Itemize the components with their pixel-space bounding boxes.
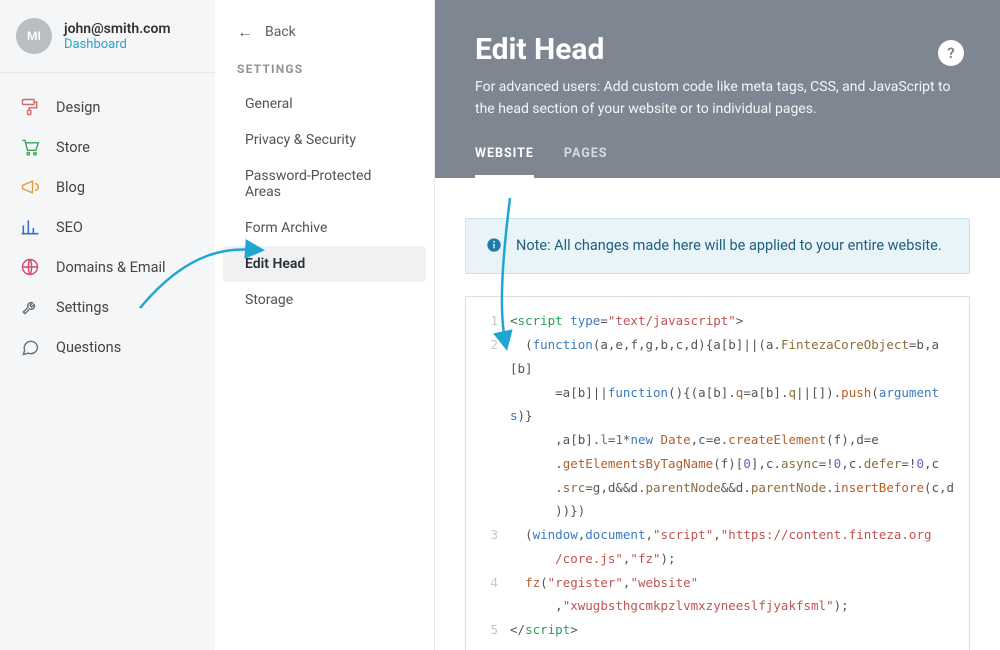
nav-label: Settings [56,299,109,316]
globe-icon [20,257,40,277]
sidebar-item-store[interactable]: Store [0,127,215,167]
arrow-left-icon: ← [237,22,253,42]
nav-label: Domains & Email [56,259,166,276]
code-editor[interactable]: 1<script type="text/javascript"> 2 (func… [465,296,970,650]
sidebar-item-blog[interactable]: Blog [0,167,215,207]
sidebar-item-domains[interactable]: Domains & Email [0,247,215,287]
settings-item-privacy[interactable]: Privacy & Security [223,122,426,158]
sidebar-item-questions[interactable]: Questions [0,327,215,367]
wrench-icon [20,297,40,317]
settings-item-storage[interactable]: Storage [223,282,426,318]
nav-label: Design [56,99,100,116]
nav-label: SEO [56,219,83,236]
tab-pages[interactable]: PAGES [564,146,608,178]
back-label: Back [265,24,296,40]
settings-item-general[interactable]: General [223,86,426,122]
main-content: ? Edit Head For advanced users: Add cust… [435,0,1000,650]
nav-label: Blog [56,179,85,196]
settings-heading: SETTINGS [215,62,434,86]
chat-icon [20,337,40,357]
note-text: Note: All changes made here will be appl… [516,235,942,257]
user-block[interactable]: MI john@smith.com Dashboard [0,18,215,73]
main-body: Note: All changes made here will be appl… [435,178,1000,650]
nav-label: Questions [56,339,121,356]
avatar: MI [16,18,52,54]
info-note: Note: All changes made here will be appl… [465,218,970,274]
settings-panel: ← Back SETTINGS General Privacy & Securi… [215,0,435,650]
bars-icon [20,217,40,237]
sidebar-item-settings[interactable]: Settings [0,287,215,327]
cart-icon [20,137,40,157]
tab-website[interactable]: WEBSITE [475,146,534,178]
info-icon [486,237,502,257]
nav-label: Store [56,139,90,156]
sidebar-item-design[interactable]: Design [0,87,215,127]
settings-item-form-archive[interactable]: Form Archive [223,210,426,246]
page-title: Edit Head [475,32,960,67]
main-header: ? Edit Head For advanced users: Add cust… [435,0,1000,178]
settings-item-password-areas[interactable]: Password-Protected Areas [223,158,426,210]
tabs: WEBSITE PAGES [475,146,960,178]
page-description: For advanced users: Add custom code like… [475,77,960,120]
primary-sidebar: MI john@smith.com Dashboard Design Store… [0,0,215,650]
sidebar-item-seo[interactable]: SEO [0,207,215,247]
help-button[interactable]: ? [938,40,964,66]
paint-roller-icon [20,97,40,117]
user-email: john@smith.com [64,21,171,37]
megaphone-icon [20,177,40,197]
dashboard-link[interactable]: Dashboard [64,37,171,52]
settings-item-edit-head[interactable]: Edit Head [223,246,426,282]
back-button[interactable]: ← Back [215,22,434,62]
